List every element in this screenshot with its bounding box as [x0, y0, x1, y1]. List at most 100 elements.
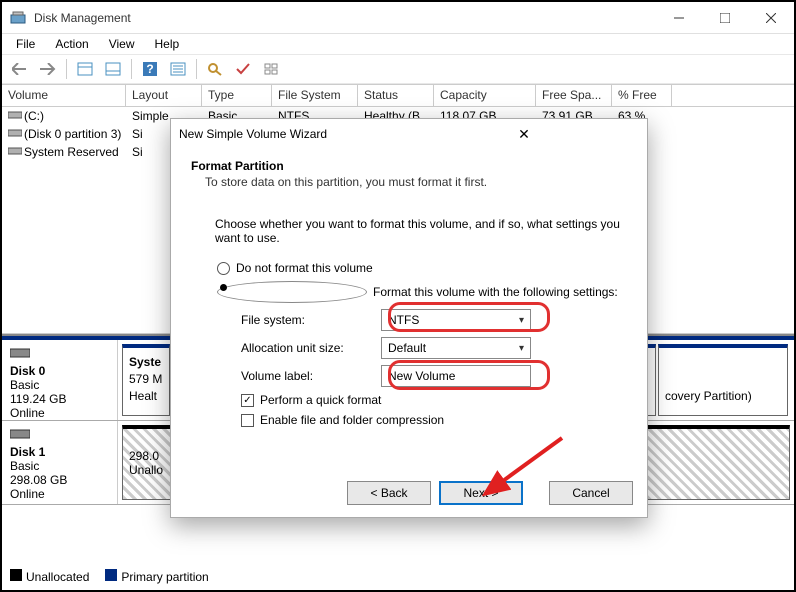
wizard-titlebar: New Simple Volume Wizard ✕	[171, 119, 647, 149]
wizard-close-button[interactable]: ✕	[409, 126, 639, 143]
row-allocation-unit: Allocation unit size: Default ▾	[241, 337, 627, 359]
cancel-button[interactable]: Cancel	[549, 481, 633, 505]
legend: Unallocated Primary partition	[10, 569, 209, 584]
wizard-subheading: To store data on this partition, you mus…	[205, 175, 627, 189]
volume-name: (Disk 0 partition 3)	[24, 127, 121, 141]
partition[interactable]: Syste 579 M Healt	[122, 344, 170, 416]
wizard-heading: Format Partition	[191, 159, 627, 173]
forward-icon[interactable]	[36, 57, 60, 81]
check-icon[interactable]	[231, 57, 255, 81]
cancel-button-label: Cancel	[572, 486, 609, 500]
maximize-button[interactable]	[702, 2, 748, 34]
wizard-title: New Simple Volume Wizard	[179, 127, 409, 141]
allocation-unit-select[interactable]: Default ▾	[381, 337, 531, 359]
radio-label: Format this volume with the following se…	[373, 285, 618, 299]
fs-value: NTFS	[388, 313, 419, 327]
file-system-select[interactable]: NTFS ▾	[381, 309, 531, 331]
menu-help[interactable]: Help	[147, 35, 188, 53]
partition-size: 579 M	[129, 371, 163, 388]
checkbox-icon: ✓	[241, 394, 254, 407]
next-button-label: Next >	[463, 486, 498, 500]
spacer	[531, 481, 541, 505]
legend-primary: Primary partition	[121, 570, 208, 584]
au-label: Allocation unit size:	[241, 341, 381, 355]
chevron-down-icon: ▾	[519, 315, 524, 326]
menu-action[interactable]: Action	[47, 35, 96, 53]
view-top-icon[interactable]	[73, 57, 97, 81]
col-pctfree[interactable]: % Free	[612, 85, 672, 106]
volume-icon	[8, 109, 22, 119]
fs-label: File system:	[241, 313, 381, 327]
col-type[interactable]: Type	[202, 85, 272, 106]
disk-icon	[10, 427, 30, 441]
window-title: Disk Management	[34, 11, 656, 25]
disk-type: Basic	[10, 459, 109, 473]
toolbar-separator	[131, 59, 132, 79]
row-volume-label: Volume label: New Volume	[241, 365, 627, 387]
menubar: File Action View Help	[2, 34, 794, 54]
partition-title	[665, 354, 781, 371]
titlebar: Disk Management	[2, 2, 794, 34]
legend-unallocated: Unallocated	[26, 570, 89, 584]
radio-label: Do not format this volume	[236, 261, 373, 275]
minimize-button[interactable]	[656, 2, 702, 34]
disk-size: 119.24 GB	[10, 392, 109, 406]
settings-list-icon[interactable]	[166, 57, 190, 81]
radio-icon	[217, 281, 367, 303]
col-freespace[interactable]: Free Spa...	[536, 85, 612, 106]
menu-file[interactable]: File	[8, 35, 43, 53]
next-button[interactable]: Next >	[439, 481, 523, 505]
wizard-dialog: New Simple Volume Wizard ✕ Format Partit…	[170, 118, 648, 518]
checkbox-label: Perform a quick format	[260, 393, 381, 407]
partition-health: covery Partition)	[665, 388, 781, 405]
wizard-body: Format Partition To store data on this p…	[171, 149, 647, 427]
help-icon[interactable]: ?	[138, 57, 162, 81]
find-icon[interactable]	[203, 57, 227, 81]
col-volume[interactable]: Volume	[2, 85, 126, 106]
app-icon	[10, 10, 26, 26]
partition-size	[665, 371, 781, 388]
grid-icon[interactable]	[259, 57, 283, 81]
radio-format[interactable]: Format this volume with the following se…	[217, 281, 627, 303]
volume-name: (C:)	[24, 109, 44, 123]
wizard-instruction: Choose whether you want to format this v…	[215, 217, 627, 245]
col-status[interactable]: Status	[358, 85, 434, 106]
legend-swatch-unallocated	[10, 569, 22, 581]
toolbar-separator	[66, 59, 67, 79]
back-button[interactable]: < Back	[347, 481, 431, 505]
disk-type: Basic	[10, 378, 109, 392]
menu-view[interactable]: View	[101, 35, 143, 53]
view-bottom-icon[interactable]	[101, 57, 125, 81]
legend-swatch-primary	[105, 569, 117, 581]
disk-name: Disk 1	[10, 445, 109, 459]
radio-do-not-format[interactable]: Do not format this volume	[217, 261, 627, 275]
row-file-system: File system: NTFS ▾	[241, 309, 627, 331]
col-capacity[interactable]: Capacity	[434, 85, 536, 106]
checkbox-quick-format[interactable]: ✓ Perform a quick format	[241, 393, 627, 407]
checkbox-label: Enable file and folder compression	[260, 413, 444, 427]
back-icon[interactable]	[8, 57, 32, 81]
partition[interactable]: covery Partition)	[658, 344, 788, 416]
disk-state: Online	[10, 406, 109, 420]
volume-name: System Reserved	[24, 145, 119, 159]
checkbox-compression[interactable]: Enable file and folder compression	[241, 413, 627, 427]
toolbar-separator	[196, 59, 197, 79]
checkbox-icon	[241, 414, 254, 427]
volume-icon	[8, 145, 22, 155]
volume-icon	[8, 127, 22, 137]
disk-info[interactable]: Disk 0 Basic 119.24 GB Online	[2, 340, 118, 420]
vl-value: New Volume	[388, 369, 455, 383]
volume-list-header: Volume Layout Type File System Status Ca…	[2, 85, 794, 107]
partition-health: Healt	[129, 388, 163, 405]
col-layout[interactable]: Layout	[126, 85, 202, 106]
radio-icon	[217, 262, 230, 275]
toolbar: ?	[2, 54, 794, 84]
au-value: Default	[388, 341, 426, 355]
volume-label-input[interactable]: New Volume	[381, 365, 531, 387]
disk-info[interactable]: Disk 1 Basic 298.08 GB Online	[2, 421, 118, 504]
svg-text:?: ?	[146, 62, 153, 76]
close-button[interactable]	[748, 2, 794, 34]
wizard-button-bar: < Back Next > Cancel	[347, 481, 633, 505]
col-filesystem[interactable]: File System	[272, 85, 358, 106]
vl-label: Volume label:	[241, 369, 381, 383]
